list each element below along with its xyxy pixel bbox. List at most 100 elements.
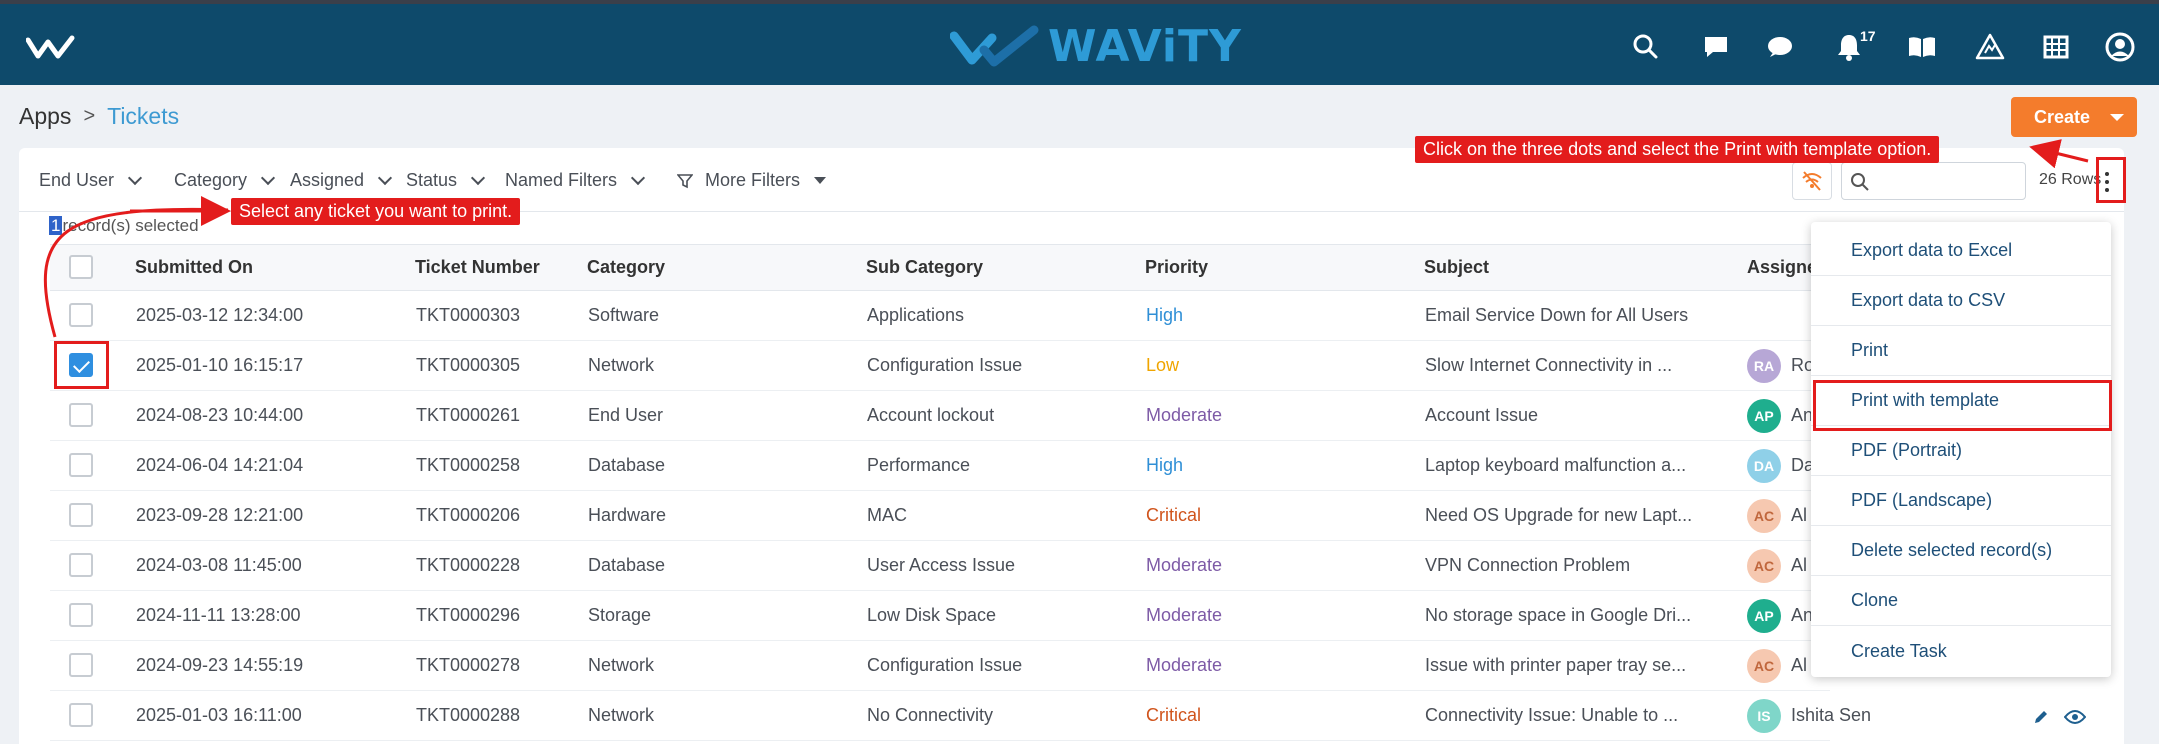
cell-ticket-number[interactable]: TKT0000305 [416, 341, 520, 390]
wifi-off-icon [1802, 171, 1822, 191]
row-checkbox[interactable] [69, 553, 93, 577]
cell-priority: Moderate [1146, 605, 1223, 625]
grid-icon[interactable] [2040, 31, 2072, 63]
row-checkbox[interactable] [69, 703, 93, 727]
column-subject[interactable]: Subject [1424, 245, 1489, 290]
offline-toggle-button[interactable] [1792, 162, 1832, 200]
cell-sub-category: Low Disk Space [867, 605, 997, 625]
menu-print[interactable]: Print [1811, 326, 2111, 376]
cell-subject: No storage space in Google Dri... [1425, 605, 1692, 625]
table-row[interactable]: 2025-01-03 16:11:00 TKT0000288 Network No C… [50, 691, 1871, 741]
filter-label: End User [39, 170, 115, 190]
cell-subject: VPN Connection Problem [1425, 555, 1631, 575]
brand-name: WAViTY [1048, 20, 1242, 72]
cell-ticket-number[interactable]: TKT0000258 [416, 441, 520, 490]
table-body: 2025-03-12 12:34:00 TKT0000303 Software App… [50, 291, 1871, 741]
table-row[interactable]: 2024-08-23 10:44:00 TKT0000261 End User Acc… [50, 391, 1830, 441]
filter-category[interactable]: Category [174, 170, 276, 191]
select-all-checkbox[interactable] [69, 255, 93, 279]
chevron-down-icon [260, 170, 276, 186]
cell-ticket-number[interactable]: TKT0000228 [416, 541, 520, 590]
user-icon[interactable] [2104, 31, 2136, 63]
cell-ticket-number[interactable]: TKT0000261 [416, 391, 520, 440]
cell-subject: Connectivity Issue: Unable to ... [1425, 705, 1679, 725]
search-box[interactable] [1841, 162, 2026, 200]
avatar: AP [1747, 598, 1781, 633]
menu-clone[interactable]: Clone [1811, 576, 2111, 626]
cell-ticket-number[interactable]: TKT0000303 [416, 291, 520, 340]
cell-ticket-number[interactable]: TKT0000278 [416, 641, 520, 690]
avatar: AP [1747, 398, 1781, 433]
search-icon [1851, 173, 1869, 191]
cell-subject: Account Issue [1425, 405, 1539, 425]
cell-submitted-on: 2025-03-12 12:34:00 [136, 305, 304, 325]
caret-down-icon[interactable] [2110, 113, 2125, 121]
menu-create-task[interactable]: Create Task [1811, 626, 2111, 676]
row-checkbox[interactable] [69, 503, 93, 527]
cell-sub-category: Configuration Issue [867, 355, 1023, 375]
row-checkbox[interactable] [69, 453, 93, 477]
filter-label: Category [174, 170, 248, 190]
menu-pdf-landscape[interactable]: PDF (Landscape) [1811, 476, 2111, 526]
cell-subject: Issue with printer paper tray se... [1425, 655, 1687, 675]
table-row[interactable]: 2023-09-28 12:21:00 TKT0000206 Hardware MAC… [50, 491, 1830, 541]
search-icon[interactable] [1630, 31, 1662, 63]
chat-icon[interactable] [1700, 31, 1732, 63]
callout-three-dots: Click on the three dots and select the P… [1415, 136, 1940, 163]
cell-category: Network [588, 355, 655, 375]
selection-count: 1 [49, 216, 63, 235]
column-submitted-on[interactable]: Submitted On [135, 245, 253, 290]
row-checkbox[interactable] [69, 303, 93, 327]
menu-export-csv[interactable]: Export data to CSV [1811, 276, 2111, 326]
cell-ticket-number[interactable]: TKT0000206 [416, 491, 520, 540]
filter-more-filters[interactable]: More Filters [677, 170, 827, 191]
menu-delete-selected[interactable]: Delete selected record(s) [1811, 526, 2111, 576]
cell-submitted-on: 2024-09-23 14:55:19 [136, 655, 304, 675]
cell-sub-category: Configuration Issue [867, 655, 1023, 675]
row-checkbox[interactable] [69, 653, 93, 677]
cell-sub-category: Performance [867, 455, 971, 475]
table-row[interactable]: 2025-01-10 16:15:17 TKT0000305 Network Conf… [50, 341, 1830, 391]
chevron-down-icon [127, 170, 143, 186]
column-priority[interactable]: Priority [1145, 245, 1208, 290]
column-sub-category[interactable]: Sub Category [866, 245, 983, 290]
cell-submitted-on: 2023-09-28 12:21:00 [136, 505, 304, 525]
menu-logo-icon[interactable] [26, 32, 78, 62]
cell-ticket-number[interactable]: TKT0000288 [416, 691, 520, 740]
table-row[interactable]: 2025-03-12 12:34:00 TKT0000303 Software App… [50, 291, 1830, 341]
filter-assigned[interactable]: Assigned [290, 170, 393, 191]
cell-priority: Moderate [1146, 555, 1223, 575]
filter-named-filters[interactable]: Named Filters [505, 170, 646, 191]
cell-ticket-number[interactable]: TKT0000296 [416, 591, 520, 640]
comment-icon[interactable] [1764, 31, 1796, 63]
filter-end-user[interactable]: End User [39, 170, 143, 191]
table-row[interactable]: 2024-09-23 14:55:19 TKT0000278 Network Conf… [50, 641, 1830, 691]
table-row[interactable]: 2024-06-04 14:21:04 TKT0000258 Database Per… [50, 441, 1830, 491]
breadcrumb-apps[interactable]: Apps [19, 103, 71, 130]
search-input[interactable] [1876, 169, 2021, 193]
eye-icon[interactable] [2064, 709, 2086, 725]
warning-icon[interactable] [1974, 31, 2006, 63]
cell-submitted-on: 2024-03-08 11:45:00 [136, 555, 302, 575]
cell-priority: Critical [1146, 505, 1202, 525]
cell-assigned: IS Ishita Sen [1747, 691, 1987, 740]
create-button[interactable]: Create [2011, 97, 2137, 137]
assignee-name: Al [1791, 505, 1808, 525]
cell-priority: High [1146, 455, 1184, 475]
avatar: AC [1747, 498, 1781, 533]
column-ticket-number[interactable]: Ticket Number [415, 245, 540, 290]
row-checkbox[interactable] [69, 403, 93, 427]
table-row[interactable]: 2024-03-08 11:45:00 TKT0000228 Database Use… [50, 541, 1830, 591]
avatar: AC [1747, 648, 1781, 683]
pencil-icon[interactable] [2032, 708, 2050, 726]
filter-status[interactable]: Status [406, 170, 486, 191]
cell-sub-category: Account lockout [867, 405, 995, 425]
cell-priority: Low [1146, 355, 1180, 375]
row-checkbox[interactable] [69, 603, 93, 627]
cell-priority: Moderate [1146, 405, 1223, 425]
menu-pdf-portrait[interactable]: PDF (Portrait) [1811, 426, 2111, 476]
menu-export-excel[interactable]: Export data to Excel [1811, 226, 2111, 276]
table-row[interactable]: 2024-11-11 13:28:00 TKT0000296 Storage Low … [50, 591, 1830, 641]
book-icon[interactable] [1906, 31, 1938, 63]
column-category[interactable]: Category [587, 245, 665, 290]
